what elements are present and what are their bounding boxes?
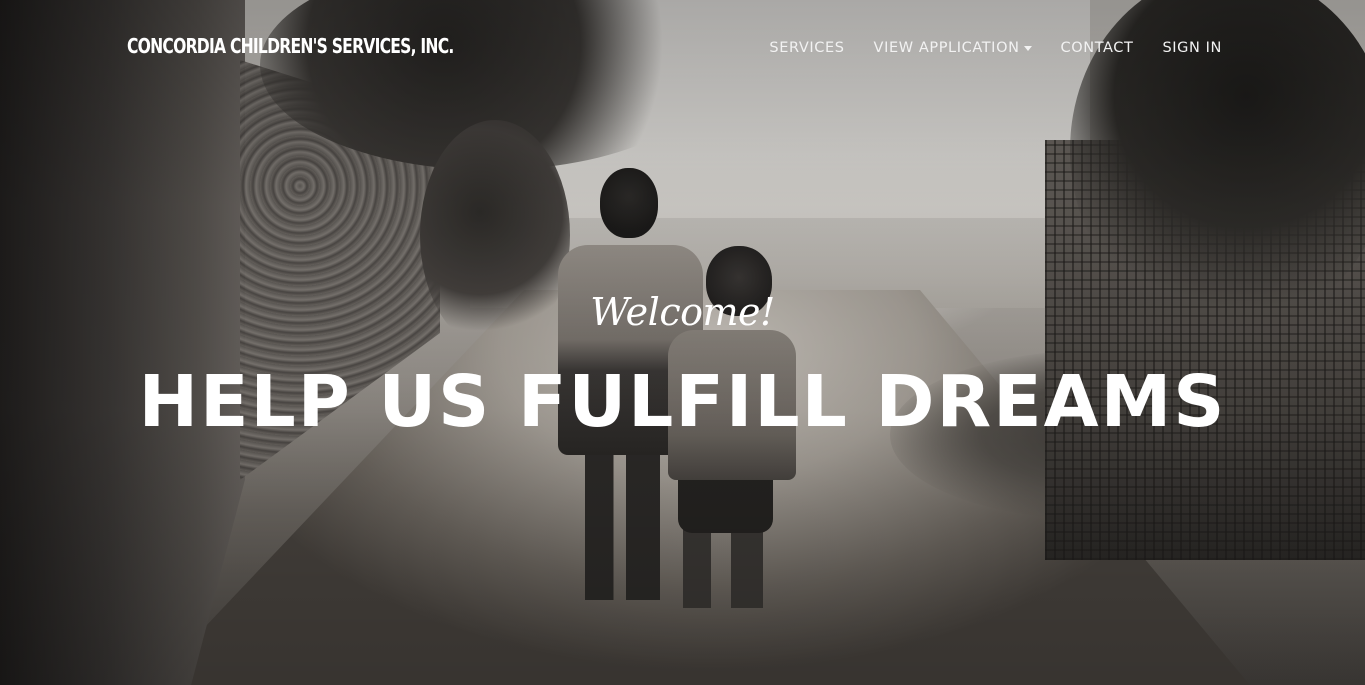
nav-item-label: CONTACT xyxy=(1060,40,1134,56)
hero-welcome-text: Welcome! xyxy=(590,290,775,334)
nav-item-sign-in[interactable]: SIGN IN xyxy=(1163,40,1223,56)
nav-item-contact[interactable]: CONTACT xyxy=(1061,40,1134,56)
hero-section: CONCORDIA CHILDREN'S SERVICES, INC. SERV… xyxy=(0,0,1365,685)
caret-down-icon xyxy=(1023,45,1032,51)
hero-headline: HELP US FULFILL DREAMS xyxy=(138,360,1227,443)
nav-item-label: VIEW APPLICATION xyxy=(873,40,1020,56)
nav-menu: SERVICES VIEW APPLICATION CONTACT SIGN I… xyxy=(769,40,1222,56)
nav-item-view-application[interactable]: VIEW APPLICATION xyxy=(874,40,1032,56)
nav-item-label: SIGN IN xyxy=(1162,40,1222,56)
brand-logo[interactable]: CONCORDIA CHILDREN'S SERVICES, INC. xyxy=(127,34,454,58)
nav-item-services[interactable]: SERVICES xyxy=(769,40,844,56)
navbar: CONCORDIA CHILDREN'S SERVICES, INC. SERV… xyxy=(0,0,1365,100)
nav-item-label: SERVICES xyxy=(769,40,845,56)
hero-overlay xyxy=(0,0,1365,685)
